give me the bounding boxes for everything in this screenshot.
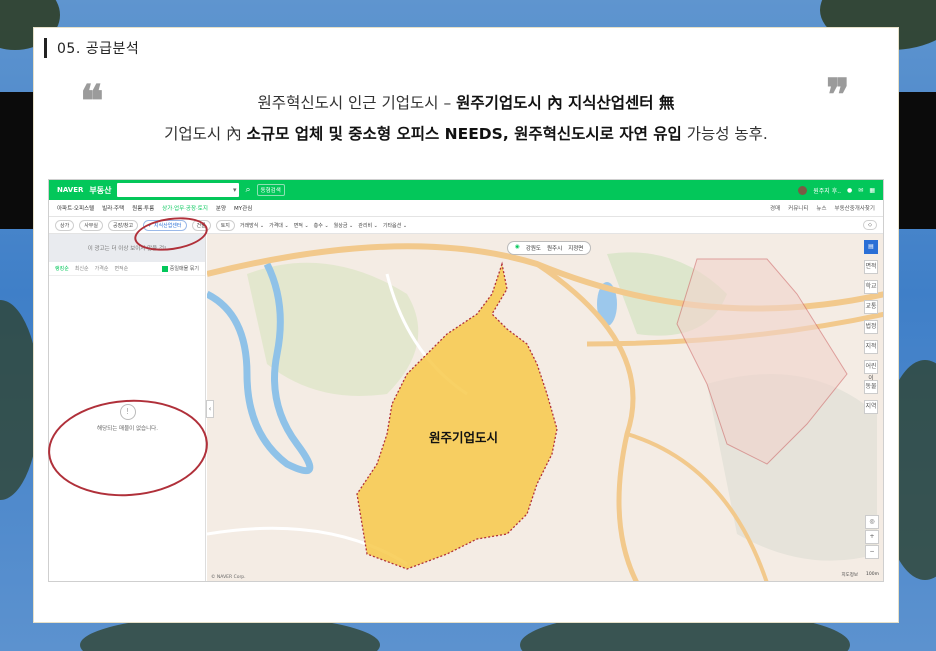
dropdown-label: 가격대 [269,222,283,229]
menu-item-villa[interactable]: 빌라·주택 [102,204,124,212]
dropdown-deal-type[interactable]: 거래방식 ⌄ [240,222,264,229]
section-marker [44,38,47,58]
user-name[interactable]: 원주지 후.. [813,186,841,195]
dropdown-label: 거래방식 [239,222,259,229]
group-checkbox-label: 중일매물 묶기 [169,266,199,272]
menu-right: 경매 커뮤니티 뉴스 부동산중개사찾기 [770,204,875,212]
dropdown-maintenance[interactable]: 관리비 ⌄ [358,222,378,229]
reset-icon[interactable]: ◇ [863,220,877,230]
zoom-controls: ◎ + − [865,515,879,559]
group-checkbox[interactable]: 중일매물 묶기 [161,265,199,272]
bell-icon[interactable]: ● [847,187,852,194]
dropdown-label: 층수 [313,222,323,229]
tool-area[interactable]: 면적 [864,260,878,274]
dropdown-label: 면적 [293,222,303,229]
grid-menu-icon[interactable]: ▦ [869,187,875,194]
dropdown-label: 기타옵션 [382,222,402,229]
loc-district[interactable]: 지정면 [568,244,583,252]
pin-icon: ◉ [515,244,520,250]
zoom-in-button[interactable]: + [865,530,879,544]
filter-tag[interactable]: 동형검색 [256,184,285,196]
sort-ranking[interactable]: 랭킹순 [55,265,69,272]
map-canvas [207,243,883,581]
map-type-icon[interactable]: ▤ [864,240,878,254]
map-view[interactable]: ◉ 강원도 원주시 지정면 원주기업도시 ▤ 면적 학교 교통 법정 지적 어린… [207,234,883,581]
sort-bar: 랭킹순 최신순 가격순 면적순 중일매물 묶기 [49,262,205,276]
line2-emphasis: 소규모 업체 및 중소형 오피스 NEEDS, 원주혁신도시로 자연 유입 [246,125,682,143]
chip-office[interactable]: 사무실 [79,219,104,231]
map-copyright: © NAVER Corp. [211,575,246,580]
tool-region[interactable]: 지역 [864,400,878,414]
user-area: 원주지 후.. ● ✉ ▦ [798,185,875,195]
top-nav: NAVER 부동산 ▾ ⌕ 동형검색 원주지 후.. ● ✉ ▦ [49,180,883,200]
chip-factory[interactable]: 공장/창고 [108,219,139,231]
line2-text-b: 가능성 농후. [681,125,768,143]
tool-animal[interactable]: 동물 [864,380,878,394]
tool-school[interactable]: 학교 [864,280,878,294]
map-toolbar: ▤ 면적 학교 교통 법정 지적 어린이 동물 지역 [863,240,879,414]
sort-latest[interactable]: 최신순 [75,265,89,272]
menu-agent-search[interactable]: 부동산중개사찾기 [835,204,875,212]
menu-news[interactable]: 뉴스 [816,204,826,212]
section-header: 05. 공급분석 [44,38,139,58]
tool-legal[interactable]: 법정 [864,320,878,334]
summary-line-1: 원주혁신도시 인근 기업도시 – 원주기업도시 內 지식산업센터 無 [34,91,898,113]
presentation-slide: 05. 공급분석 ❝ ❞ 원주혁신도시 인근 기업도시 – 원주기업도시 內 지… [34,28,898,622]
search-input[interactable]: ▾ [117,183,240,197]
line2-text-a: 기업도시 內 [164,125,247,143]
tool-transit[interactable]: 교통 [864,300,878,314]
location-breadcrumb[interactable]: ◉ 강원도 원주시 지정면 [507,241,592,255]
menu-item-apt[interactable]: 아파트·오피스텔 [57,204,94,212]
map-scale: 지도정보 100m [841,572,879,578]
tool-children[interactable]: 어린이 [864,360,878,382]
area-label: 원주기업도시 [429,430,499,445]
dropdown-price[interactable]: 가격대 ⌄ [269,222,289,229]
talk-icon[interactable]: ✉ [858,187,863,194]
section-title: 05. 공급분석 [57,41,140,57]
cadastral-toggle[interactable]: 지도정보 [841,572,858,578]
summary-line-2: 기업도시 內 소규모 업체 및 중소형 오피스 NEEDS, 원주혁신도시로 자… [34,122,898,144]
line1-text: 원주혁신도시 인근 기업도시 – [257,94,457,112]
dropdown-label: 월상금 [333,222,348,229]
chip-land[interactable]: 토지 [215,219,235,231]
menu-community[interactable]: 커뮤니티 [788,204,808,212]
zoom-out-button[interactable]: − [865,545,879,559]
loc-city[interactable]: 원주시 [547,244,562,252]
naver-logo[interactable]: NAVER [57,186,83,194]
dropdown-options[interactable]: 기타옵션 ⌄ [383,222,407,229]
tool-cadastral[interactable]: 지적 [864,340,878,354]
realestate-brand[interactable]: 부동산 [89,185,111,196]
dropdown-floor[interactable]: 층수 ⌄ [314,222,329,229]
collapse-sidebar-icon[interactable]: ‹ [206,400,214,418]
menu-item-presale[interactable]: 분양 [216,204,226,212]
avatar[interactable] [798,185,808,195]
menu-auction[interactable]: 경매 [770,204,780,212]
menu-item-my[interactable]: MY관심 [234,204,252,212]
locate-icon[interactable]: ◎ [865,515,879,529]
dropdown-label: 관리비 [358,222,373,229]
sort-area[interactable]: 면적순 [114,265,128,272]
dropdown-rent[interactable]: 월상금 ⌄ [334,222,354,229]
chip-store[interactable]: 상가 [55,219,75,231]
search-icon[interactable]: ⌕ [245,185,250,195]
sort-price[interactable]: 가격순 [95,265,109,272]
loc-province[interactable]: 강원도 [526,244,541,252]
dropdown-area[interactable]: 면적 ⌄ [294,222,309,229]
menu-item-commercial[interactable]: 상가·업무·공장·토지 [162,204,208,212]
checkbox-icon [161,265,168,272]
line1-emphasis: 원주기업도시 內 지식산업센터 無 [456,94,675,112]
scale-label: 100m [866,572,879,577]
menu-item-oneroom[interactable]: 원룸·투룸 [132,204,154,212]
category-menu: 아파트·오피스텔 빌라·주택 원룸·투룸 상가·업무·공장·토지 분양 MY관심… [49,200,883,217]
dropdown-caret-icon[interactable]: ▾ [233,186,237,194]
